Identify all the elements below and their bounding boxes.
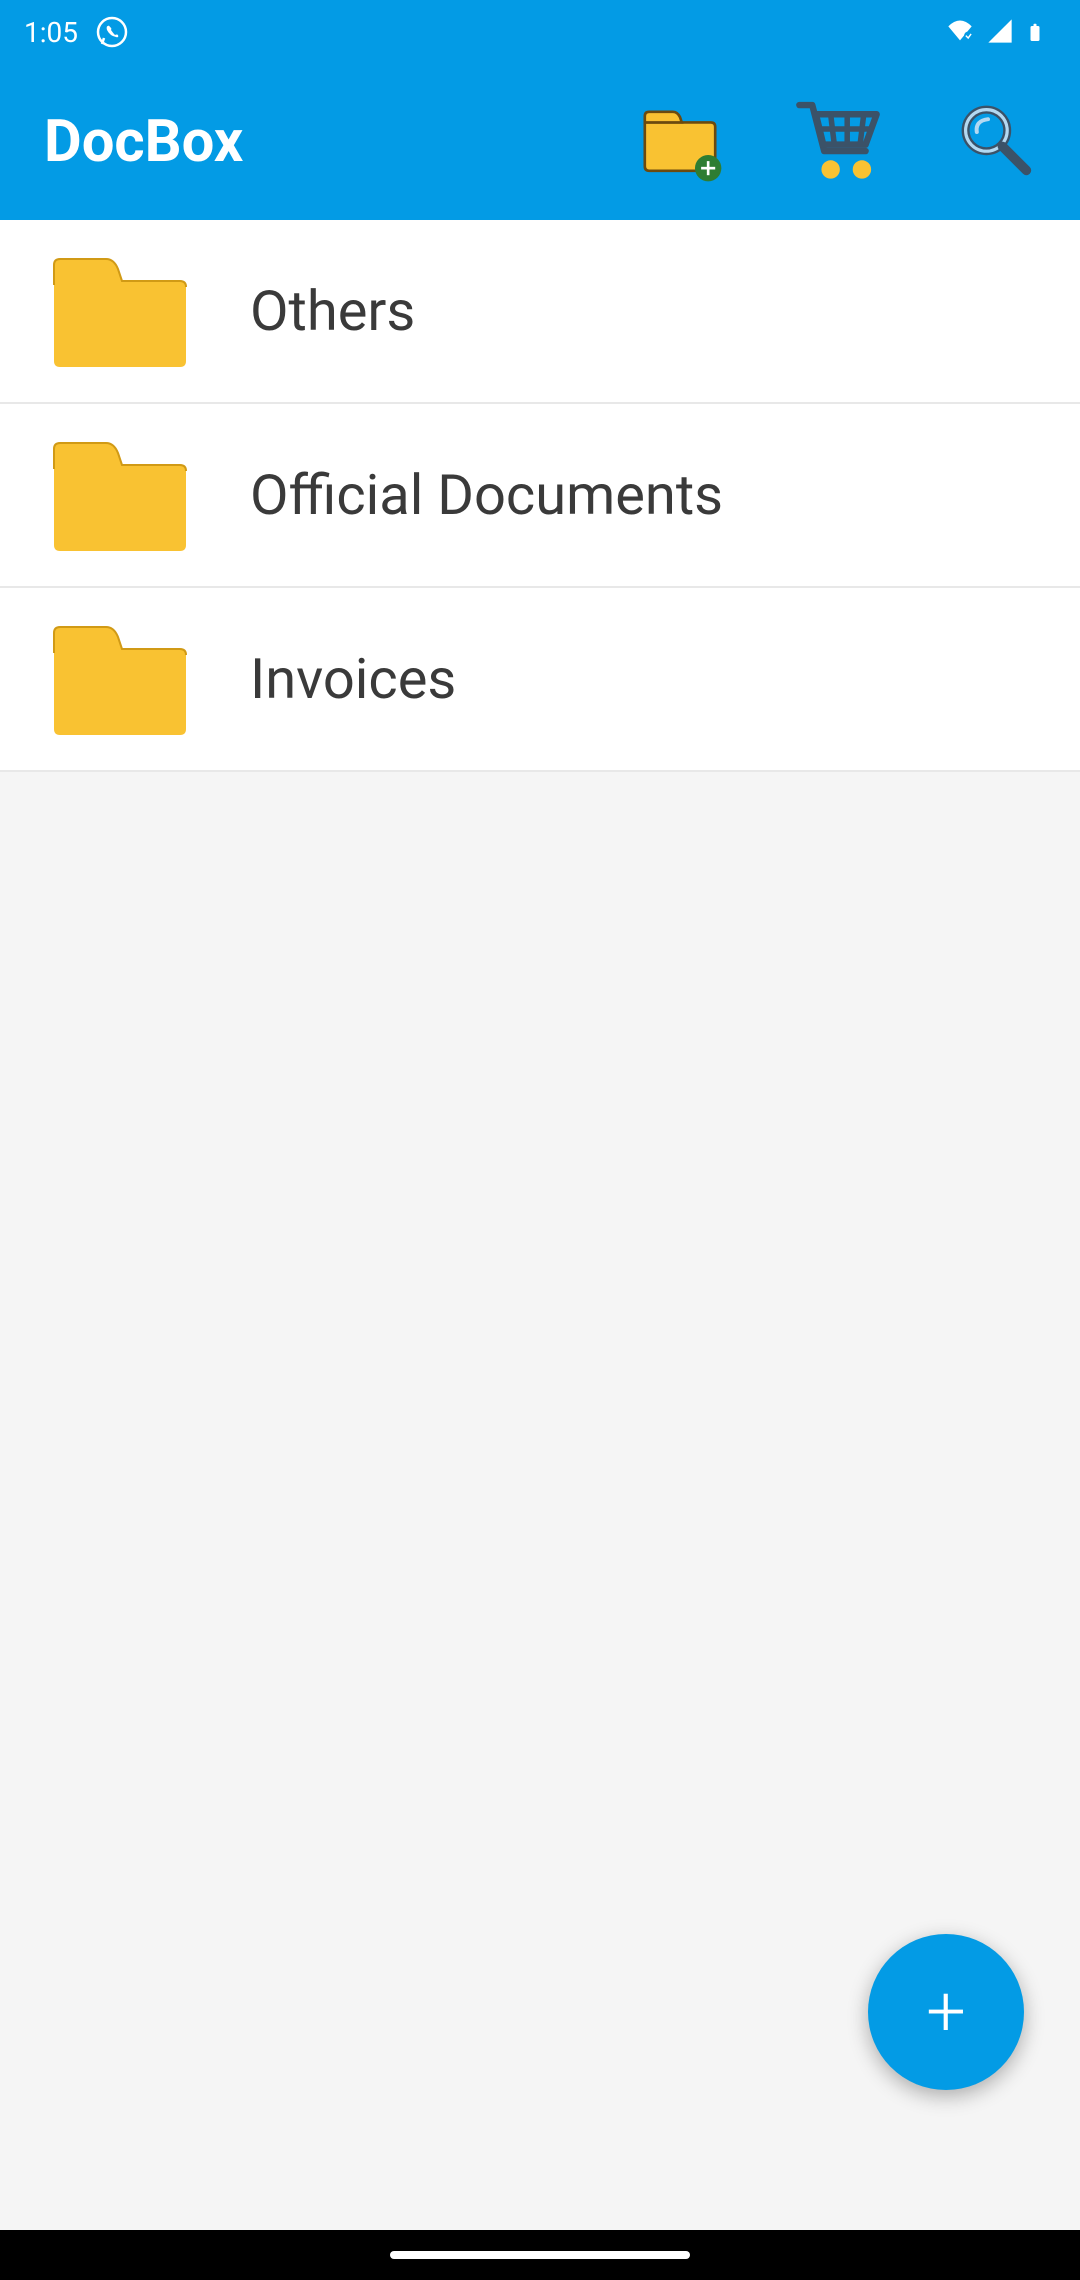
folder-icon xyxy=(50,251,190,371)
app-title: DocBox xyxy=(44,108,636,176)
folder-icon xyxy=(50,619,190,739)
folder-label: Invoices xyxy=(250,646,456,712)
folder-item-invoices[interactable]: Invoices xyxy=(0,588,1080,772)
cart-button[interactable] xyxy=(794,98,882,186)
folder-label: Official Documents xyxy=(250,462,723,528)
plus-icon: + xyxy=(926,1971,966,2053)
add-fab[interactable]: + xyxy=(868,1934,1024,2090)
nav-handle[interactable] xyxy=(390,2251,690,2259)
folder-icon xyxy=(50,435,190,555)
wifi-icon xyxy=(946,17,976,47)
battery-icon xyxy=(1026,17,1056,47)
signal-icon xyxy=(986,17,1016,47)
status-time: 1:05 xyxy=(24,16,78,49)
folder-label: Others xyxy=(250,278,415,344)
cart-icon xyxy=(792,94,884,190)
search-button[interactable] xyxy=(952,98,1040,186)
app-bar: DocBox xyxy=(0,64,1080,220)
new-folder-button[interactable] xyxy=(636,98,724,186)
whatsapp-icon xyxy=(96,16,128,48)
folder-plus-icon xyxy=(636,96,724,188)
folder-item-others[interactable]: Others xyxy=(0,220,1080,404)
folder-item-official-documents[interactable]: Official Documents xyxy=(0,404,1080,588)
folder-list: Others Official Documents Invoices xyxy=(0,220,1080,2230)
status-bar: 1:05 xyxy=(0,0,1080,64)
navigation-bar xyxy=(0,2230,1080,2280)
search-icon xyxy=(956,100,1036,184)
